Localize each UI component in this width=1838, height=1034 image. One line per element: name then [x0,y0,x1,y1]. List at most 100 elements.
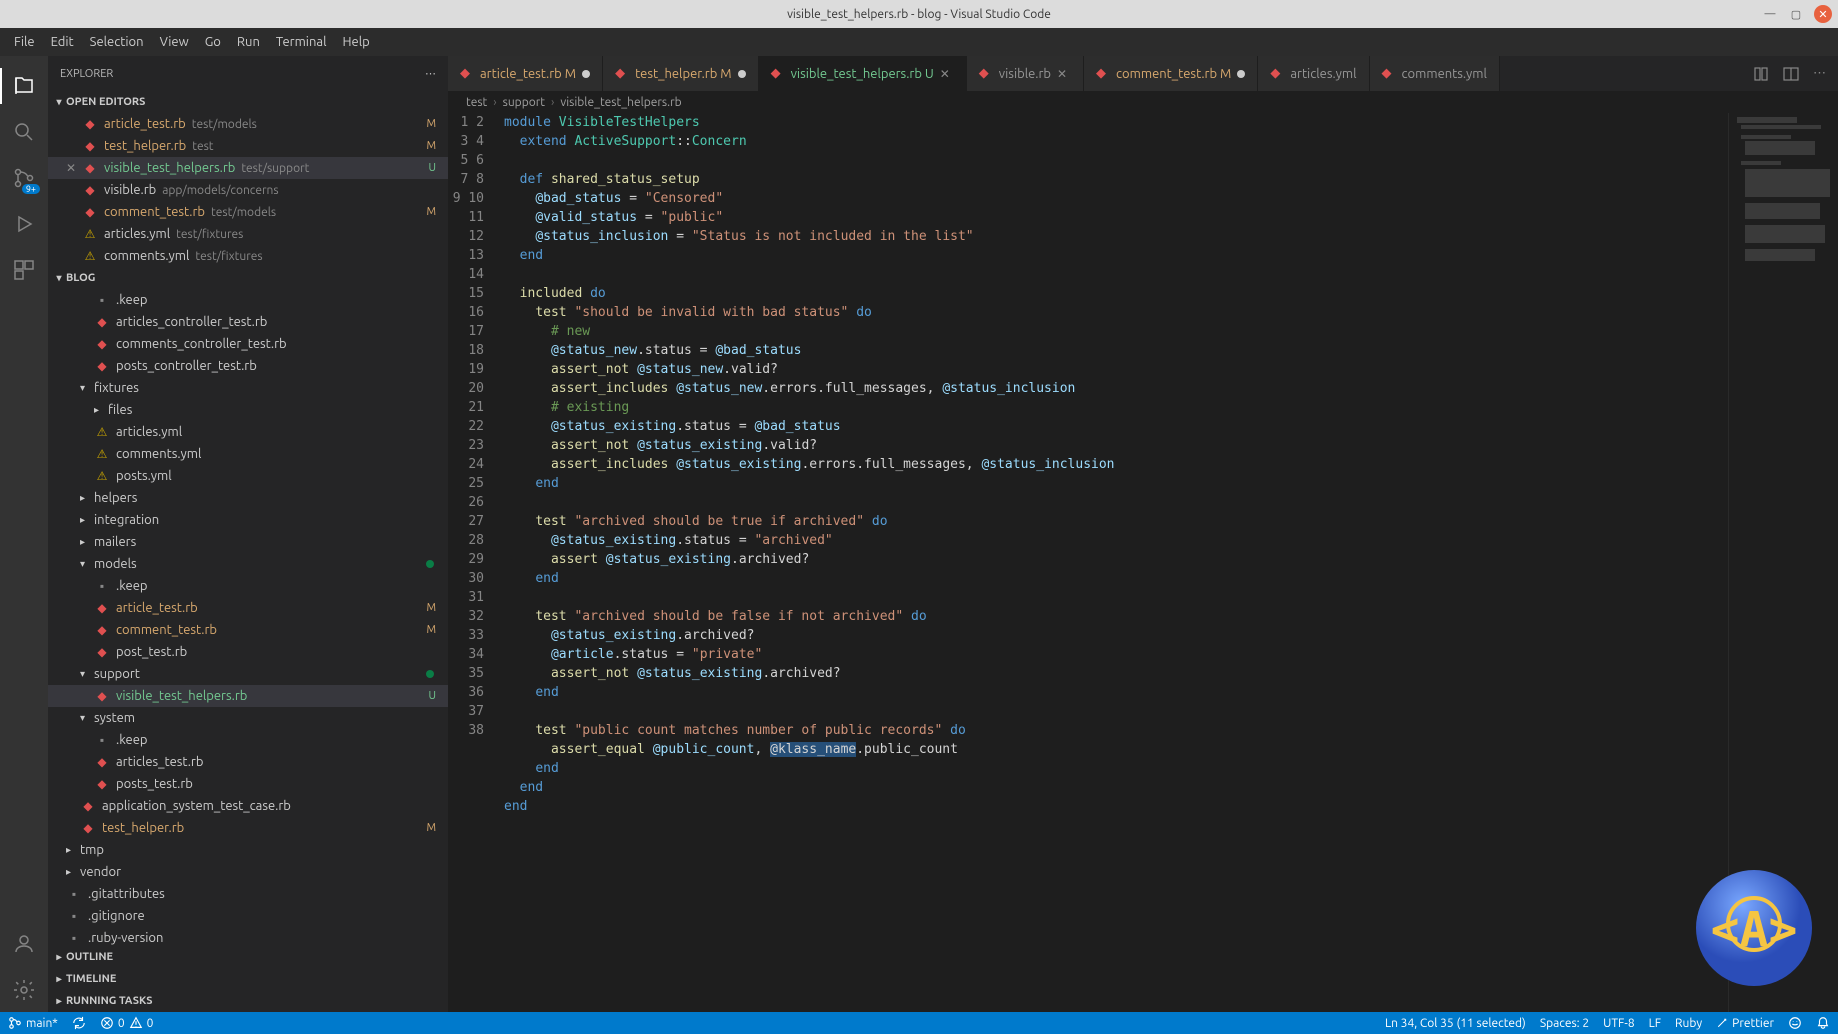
scm-badge: M [426,118,436,130]
status-eol[interactable]: LF [1649,1017,1661,1030]
file-item[interactable]: ◆post_test.rb [48,641,448,663]
file-item[interactable]: ◆posts_controller_test.rb [48,355,448,377]
window-maximize-button[interactable]: ▢ [1788,6,1804,22]
file-item[interactable]: ▪.keep [48,575,448,597]
editor-tab[interactable]: ◆comments.yml [1370,56,1500,91]
file-item[interactable]: ◆visible_test_helpers.rbU [48,685,448,707]
open-editor-item[interactable]: ◆test_helper.rbtestM [48,135,448,157]
file-item[interactable]: ▪.gitignore [48,905,448,927]
window-minimize-button[interactable]: — [1762,6,1778,22]
status-encoding[interactable]: UTF-8 [1603,1017,1634,1030]
status-problems[interactable]: 0 0 [100,1016,154,1030]
editor-tab[interactable]: ◆article_test.rb M [448,56,603,91]
folder-item[interactable]: ▸vendor [48,861,448,883]
chevron-right-icon: ▸ [52,951,66,963]
open-editor-item[interactable]: ◆comment_test.rbtest/modelsM [48,201,448,223]
menu-help[interactable]: Help [334,35,377,49]
close-icon[interactable]: ✕ [940,67,954,81]
activity-source-control-icon[interactable]: 9+ [10,164,38,192]
breadcrumb-item[interactable]: test [466,96,487,109]
compare-changes-icon[interactable] [1753,66,1769,82]
menu-terminal[interactable]: Terminal [268,35,335,49]
file-item[interactable]: ▪.keep [48,289,448,311]
editor-tab[interactable]: ◆visible.rb✕ [967,56,1084,91]
chevron-down-icon: ▾ [80,668,92,680]
file-item[interactable]: ◆comments_controller_test.rb [48,333,448,355]
breadcrumbs[interactable]: test›support›visible_test_helpers.rb [448,91,1838,113]
folder-item[interactable]: ▾system [48,707,448,729]
file-item[interactable]: ⚠comments.yml [48,443,448,465]
file-item[interactable]: ◆test_helper.rbM [48,817,448,839]
open-editor-item[interactable]: ◆visible.rbapp/models/concerns [48,179,448,201]
folder-item[interactable]: ▸tmp [48,839,448,861]
status-indentation[interactable]: Spaces: 2 [1540,1017,1589,1030]
breadcrumb-item[interactable]: support [503,96,545,109]
folder-item[interactable]: ▸integration [48,509,448,531]
activity-search-icon[interactable] [10,118,38,146]
close-icon[interactable]: ✕ [66,161,82,175]
status-branch[interactable]: main* [8,1016,58,1030]
file-name: visible.rb [104,183,156,197]
status-feedback-icon[interactable] [1788,1016,1802,1030]
status-language[interactable]: Ruby [1675,1017,1702,1030]
file-item[interactable]: ◆application_system_test_case.rb [48,795,448,817]
file-path: test/models [211,206,276,219]
section-outline[interactable]: ▸ OUTLINE [48,946,448,968]
file-icon: ▪ [66,909,82,923]
file-item[interactable]: ⚠articles.yml [48,421,448,443]
ruby-file-icon: ◆ [94,601,110,615]
status-cursor-position[interactable]: Ln 34, Col 35 (11 selected) [1385,1017,1526,1030]
modified-dot-icon [426,560,434,568]
editor-tab[interactable]: ◆visible_test_helpers.rb U✕ [759,56,967,91]
section-running-tasks[interactable]: ▸ RUNNING TASKS [48,990,448,1012]
menu-view[interactable]: View [152,35,197,49]
status-notifications-icon[interactable] [1816,1016,1830,1030]
menu-edit[interactable]: Edit [43,35,82,49]
activity-extensions-icon[interactable] [10,256,38,284]
open-editor-item[interactable]: ◆article_test.rbtest/modelsM [48,113,448,135]
file-item[interactable]: ◆posts_test.rb [48,773,448,795]
editor-tab[interactable]: ◆comment_test.rb M [1084,56,1258,91]
close-icon[interactable]: ✕ [1057,67,1071,81]
menu-file[interactable]: File [6,35,43,49]
line-gutter: 1 2 3 4 5 6 7 8 9 10 11 12 13 14 15 16 1… [448,113,498,1012]
file-item[interactable]: ◆article_test.rbM [48,597,448,619]
split-editor-icon[interactable] [1783,66,1799,82]
folder-item[interactable]: ▸helpers [48,487,448,509]
section-blog[interactable]: ▾ BLOG [48,267,448,289]
editor-tab[interactable]: ◆articles.yml [1258,56,1369,91]
file-item[interactable]: ◆articles_test.rb [48,751,448,773]
activity-debug-icon[interactable] [10,210,38,238]
menu-selection[interactable]: Selection [82,35,152,49]
menu-run[interactable]: Run [229,35,268,49]
editor-tab[interactable]: ◆test_helper.rb M [603,56,759,91]
activity-settings-icon[interactable] [10,976,38,1004]
window-close-button[interactable]: ✕ [1814,5,1832,23]
file-item[interactable]: ⚠posts.yml [48,465,448,487]
file-item[interactable]: ◆comment_test.rbM [48,619,448,641]
folder-item[interactable]: ▸files [48,399,448,421]
menu-go[interactable]: Go [197,35,229,49]
folder-item[interactable]: ▾fixtures [48,377,448,399]
file-icon: ▪ [94,579,110,593]
folder-item[interactable]: ▸mailers [48,531,448,553]
section-timeline[interactable]: ▸ TIMELINE [48,968,448,990]
file-item[interactable]: ▪.ruby-version [48,927,448,946]
file-item[interactable]: ◆articles_controller_test.rb [48,311,448,333]
folder-item[interactable]: ▾models [48,553,448,575]
activity-explorer-icon[interactable] [10,72,38,100]
activity-account-icon[interactable] [10,930,38,958]
open-editor-item[interactable]: ✕◆visible_test_helpers.rbtest/supportU [48,157,448,179]
open-editor-item[interactable]: ⚠comments.ymltest/fixtures [48,245,448,267]
open-editor-item[interactable]: ⚠articles.ymltest/fixtures [48,223,448,245]
section-open-editors[interactable]: ▾ OPEN EDITORS [48,91,448,113]
folder-item[interactable]: ▾support [48,663,448,685]
more-actions-icon[interactable]: ⋯ [1813,66,1826,81]
status-formatter[interactable]: Prettier [1716,1017,1774,1030]
sidebar-more-icon[interactable]: ⋯ [425,67,436,80]
code-editor[interactable]: module VisibleTestHelpers extend ActiveS… [498,113,1838,1012]
file-item[interactable]: ▪.gitattributes [48,883,448,905]
file-item[interactable]: ▪.keep [48,729,448,751]
breadcrumb-item[interactable]: visible_test_helpers.rb [560,96,681,109]
status-sync[interactable] [72,1016,86,1030]
